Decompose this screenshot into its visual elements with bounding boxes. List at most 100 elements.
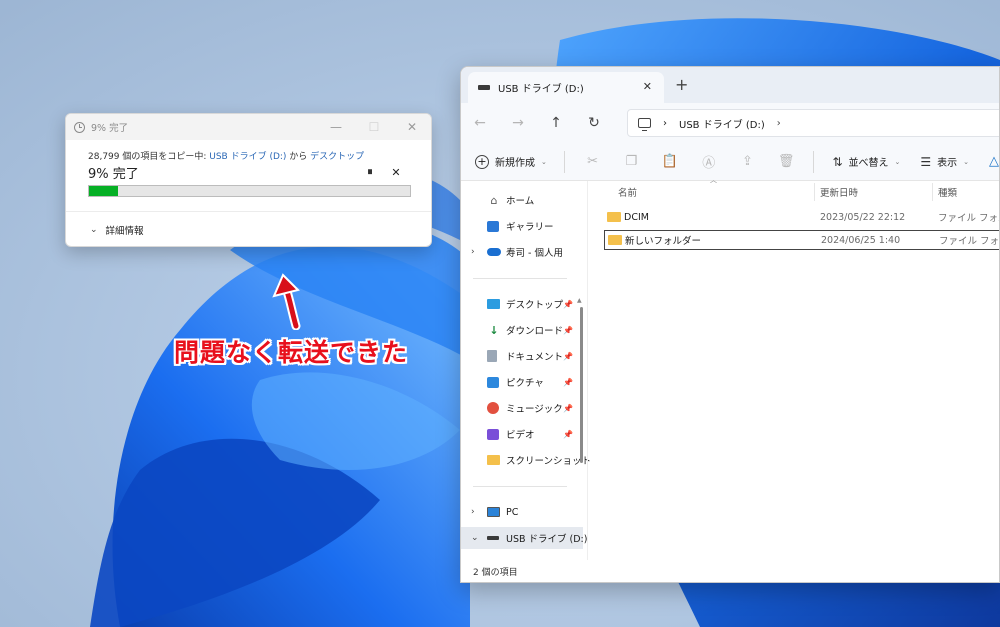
folder-icon <box>487 455 500 465</box>
computer-icon <box>638 118 651 131</box>
column-divider[interactable] <box>814 183 815 201</box>
sidebar-item-label: ビデオ <box>506 430 535 441</box>
sort-icon: ⇅ <box>832 154 843 169</box>
filter-icon[interactable]: △ <box>989 154 999 169</box>
maximize-button[interactable]: ☐ <box>355 114 393 140</box>
sidebar-item-label: ホーム <box>506 196 535 207</box>
sidebar-item-documents[interactable]: ドキュメント 📌 <box>461 345 583 367</box>
home-icon: ⌂ <box>490 193 498 207</box>
sidebar-item-onedrive[interactable]: › 寿司 - 個人用 <box>461 241 583 263</box>
sort-ascending-icon: ︿ <box>710 176 717 184</box>
tab-close-button[interactable]: ✕ <box>643 80 652 93</box>
source-link[interactable]: USB ドライブ (D:) <box>209 152 286 162</box>
desktop-icon <box>487 299 500 309</box>
sidebar-item-label: PC <box>506 506 519 518</box>
item-count: 2 個の項目 <box>473 567 518 578</box>
dialog-title: 9% 完了 <box>91 123 129 134</box>
sidebar-item-pc[interactable]: › PC <box>461 501 583 523</box>
sidebar-item-desktop[interactable]: デスクトップ 📌 <box>461 293 583 315</box>
address-row: ← → ↑ ↻ › USB ドライブ (D:) › <box>461 103 999 143</box>
sidebar-divider <box>473 278 567 279</box>
pin-icon: 📌 <box>563 429 573 439</box>
cut-icon[interactable]: ✂ <box>573 154 612 169</box>
annotation-text: 問題なく転送できた <box>174 338 409 367</box>
share-icon[interactable]: ⇪ <box>728 154 767 169</box>
new-tab-button[interactable]: + <box>675 75 688 94</box>
copy-status-prefix: 28,799 個の項目をコピー中: <box>88 152 210 162</box>
video-icon <box>487 428 499 440</box>
chevron-down-icon: ⌄ <box>963 157 970 166</box>
view-button[interactable]: ☰ 表示 ⌄ <box>920 154 970 170</box>
sidebar-item-gallery[interactable]: ギャラリー <box>461 215 583 237</box>
file-row-dcim[interactable]: DCIM 2023/05/22 22:12 ファイル フォルダー <box>604 207 999 227</box>
pin-icon: 📌 <box>563 299 573 309</box>
tab-bar: USB ドライブ (D:) ✕ + <box>461 67 999 103</box>
up-button[interactable]: ↑ <box>537 115 575 131</box>
usb-drive-icon <box>487 536 499 540</box>
destination-link[interactable]: デスクトップ <box>310 152 364 162</box>
cancel-button[interactable]: ✕ <box>383 166 409 179</box>
back-button[interactable]: ← <box>461 115 499 131</box>
sidebar-item-usb-drive[interactable]: ⌄ USB ドライブ (D:) <box>461 527 587 549</box>
column-header-type[interactable]: 種類 <box>938 181 957 203</box>
toolbar-divider <box>813 150 815 173</box>
paste-icon[interactable]: 📋 <box>651 154 690 169</box>
file-list: ︿ 名前 更新日時 種類 DCIM 2023/05/22 22:12 ファイル … <box>587 176 1000 562</box>
sidebar-item-label: 寿司 - 個人用 <box>506 248 563 259</box>
delete-icon[interactable]: 🗑 <box>767 154 806 169</box>
file-date: 2023/05/22 22:12 <box>820 211 906 223</box>
tab-usb-drive[interactable]: USB ドライブ (D:) ✕ <box>468 72 664 103</box>
sort-button[interactable]: ⇅ 並べ替え ⌄ <box>832 154 901 170</box>
close-button[interactable]: ✕ <box>393 114 431 140</box>
new-button[interactable]: + 新規作成 ⌄ <box>475 154 556 169</box>
chevron-down-icon: ⌄ <box>541 157 547 166</box>
more-details-toggle[interactable]: ⌄ 詳細情報 <box>90 223 144 237</box>
annotation-arrow-icon <box>272 273 301 330</box>
chevron-right-icon[interactable]: › <box>471 507 475 517</box>
pin-icon: 📌 <box>563 351 573 361</box>
file-type: ファイル フォルダー <box>939 236 1000 247</box>
column-divider[interactable] <box>932 183 933 201</box>
sidebar-item-home[interactable]: ⌂ ホーム <box>461 189 583 211</box>
sidebar-item-downloads[interactable]: ↓ ダウンロード 📌 <box>461 319 583 341</box>
sidebar-item-music[interactable]: ミュージック 📌 <box>461 397 583 419</box>
breadcrumb-usb-drive[interactable]: USB ドライブ (D:) <box>679 116 765 131</box>
copy-status-text: 28,799 個の項目をコピー中: USB ドライブ (D:) から デスクトッ… <box>88 149 409 163</box>
document-icon <box>487 350 497 362</box>
view-icon: ☰ <box>920 154 932 169</box>
percent-complete: 9% 完了 <box>88 166 139 182</box>
sidebar-item-pictures[interactable]: ピクチャ 📌 <box>461 371 583 393</box>
rename-icon[interactable]: Ⓐ <box>689 152 728 171</box>
file-explorer-window: USB ドライブ (D:) ✕ + ← → ↑ ↻ › USB ドライブ (D:… <box>460 66 1000 583</box>
file-row-new-folder[interactable]: 新しいフォルダー 2024/06/25 1:40 ファイル フォルダー <box>604 230 1000 250</box>
sort-label: 並べ替え <box>848 158 889 169</box>
sidebar-item-screenshots[interactable]: スクリーンショット <box>461 449 591 471</box>
column-header-date[interactable]: 更新日時 <box>820 181 858 203</box>
minimize-button[interactable]: — <box>317 114 355 140</box>
sidebar-divider <box>473 486 567 487</box>
breadcrumb-separator[interactable]: › <box>777 118 781 129</box>
more-details-label: 詳細情報 <box>105 226 144 237</box>
pc-icon <box>487 507 500 517</box>
address-bar[interactable]: › USB ドライブ (D:) › <box>627 109 999 137</box>
sidebar-item-videos[interactable]: ビデオ 📌 <box>461 423 583 445</box>
column-header-name[interactable]: 名前 <box>618 181 637 203</box>
pin-icon: 📌 <box>563 325 573 335</box>
chevron-right-icon[interactable]: › <box>471 247 475 257</box>
sidebar-item-label: ダウンロード <box>506 326 564 337</box>
toolbar-divider <box>564 150 566 173</box>
file-date: 2024/06/25 1:40 <box>821 234 901 246</box>
copy-icon[interactable]: ❐ <box>612 154 651 169</box>
forward-button[interactable]: → <box>499 115 537 131</box>
sidebar-item-label: デスクトップ <box>506 300 564 311</box>
command-bar: + 新規作成 ⌄ ✂ ❐ 📋 Ⓐ ⇪ 🗑 ⇅ 並べ替え ⌄ ☰ 表示 ⌄ △ <box>461 143 999 181</box>
dialog-titlebar[interactable]: 9% 完了 — ☐ ✕ <box>66 114 431 140</box>
pictures-icon <box>487 376 499 388</box>
refresh-button[interactable]: ↻ <box>575 115 613 131</box>
folder-icon <box>607 212 621 222</box>
chevron-down-icon: ⌄ <box>90 225 98 235</box>
file-name: 新しいフォルダー <box>625 236 702 247</box>
chevron-down-icon: ⌄ <box>894 157 901 166</box>
chevron-down-icon[interactable]: ⌄ <box>471 533 479 543</box>
pause-button[interactable]: ⏸ <box>357 165 383 179</box>
